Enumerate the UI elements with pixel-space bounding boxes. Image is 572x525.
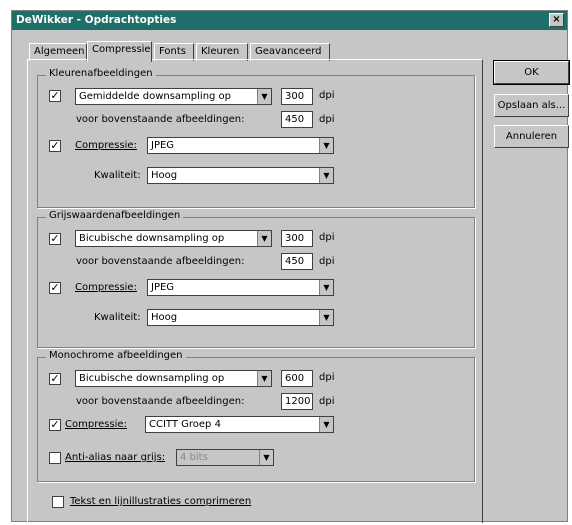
color-quality-value: Hoog [151,170,178,181]
color-downsample-value: Gemiddelde downsampling op [79,91,232,102]
chevron-down-icon: ▼ [257,89,271,104]
chevron-down-icon: ▼ [257,371,271,386]
gray-compression-select[interactable]: JPEG ▼ [147,279,334,296]
gray-images-group: Grijswaardenafbeeldingen ✓ Bicubische do… [37,210,475,348]
gray-above-label: voor bovenstaande afbeeldingen: [76,256,245,267]
color-above-label: voor bovenstaande afbeeldingen: [76,114,245,125]
mono-dpi-field[interactable]: 600 [281,370,313,387]
mono-above-unit: dpi [319,396,335,407]
mono-dpi-unit: dpi [319,372,335,383]
save-as-button[interactable]: Opslaan als... [494,94,569,117]
chevron-down-icon: ▼ [319,168,333,183]
gray-quality-value: Hoog [151,312,178,323]
chevron-down-icon: ▼ [319,138,333,153]
chevron-down-icon: ▼ [259,450,273,465]
close-button[interactable]: × [549,13,564,27]
mono-compression-label: Compressie: [65,419,127,430]
gray-downsample-select[interactable]: Bicubische downsampling op ▼ [75,230,272,247]
gray-compression-label: Compressie: [75,282,137,293]
title-bar: DeWikker - Opdrachtopties × [12,11,567,30]
mono-group-title: Monochrome afbeeldingen [46,350,186,361]
mono-above-label: voor bovenstaande afbeeldingen: [76,396,245,407]
cancel-button[interactable]: Annuleren [494,125,569,148]
chevron-down-icon: ▼ [257,231,271,246]
dialog-window: DeWikker - Opdrachtopties × Algemeen Com… [11,10,570,523]
mono-downsample-checkbox[interactable]: ✓ [49,373,61,385]
color-above-unit: dpi [319,114,335,125]
color-downsample-select[interactable]: Gemiddelde downsampling op ▼ [75,88,272,105]
color-quality-select[interactable]: Hoog ▼ [147,167,334,184]
gray-downsample-checkbox[interactable]: ✓ [49,233,61,245]
gray-group-title: Grijswaardenafbeeldingen [46,210,184,221]
mono-antialias-checkbox[interactable] [49,452,61,464]
mono-compression-value: CCITT Groep 4 [149,419,221,430]
color-compression-value: JPEG [151,140,175,151]
gray-compression-checkbox[interactable]: ✓ [49,282,61,294]
mono-compression-select[interactable]: CCITT Groep 4 ▼ [145,416,334,433]
gray-downsample-value: Bicubische downsampling op [79,233,225,244]
chevron-down-icon: ▼ [319,280,333,295]
chevron-down-icon: ▼ [319,310,333,325]
color-dpi-unit: dpi [319,90,335,101]
mono-antialias-label: Anti-alias naar grijs: [65,452,166,463]
color-quality-label: Kwaliteit: [94,170,141,181]
gray-dpi-field[interactable]: 300 [281,230,313,247]
mono-downsample-select[interactable]: Bicubische downsampling op ▼ [75,370,272,387]
color-downsample-checkbox[interactable]: ✓ [49,90,61,102]
mono-downsample-value: Bicubische downsampling op [79,373,225,384]
color-dpi-field[interactable]: 300 [281,88,313,105]
color-images-group: Kleurenafbeeldingen ✓ Gemiddelde downsam… [37,68,475,208]
gray-above-unit: dpi [319,256,335,267]
mono-above-dpi-field[interactable]: 1200 [281,393,313,410]
mono-antialias-value: 4 bits [180,452,208,463]
mono-compression-checkbox[interactable]: ✓ [49,419,61,431]
gray-dpi-unit: dpi [319,232,335,243]
gray-quality-label: Kwaliteit: [94,312,141,323]
chevron-down-icon: ▼ [319,417,333,432]
color-group-title: Kleurenafbeeldingen [46,68,156,79]
gray-compression-value: JPEG [151,282,175,293]
mono-images-group: Monochrome afbeeldingen ✓ Bicubische dow… [37,350,475,482]
color-above-dpi-field[interactable]: 450 [281,111,313,128]
gray-above-dpi-field[interactable]: 450 [281,253,313,270]
compress-text-label: Tekst en lijnillustraties comprimeren [70,496,252,507]
gray-quality-select[interactable]: Hoog ▼ [147,309,334,326]
mono-antialias-select[interactable]: 4 bits ▼ [176,449,274,466]
ok-button[interactable]: OK [493,60,570,85]
color-compression-checkbox[interactable]: ✓ [49,140,61,152]
color-compression-label: Compressie: [75,140,137,151]
tab-compressie[interactable]: Compressie [87,41,152,62]
window-title: DeWikker - Opdrachtopties [16,14,177,26]
color-compression-select[interactable]: JPEG ▼ [147,137,334,154]
compress-text-checkbox[interactable] [52,496,64,508]
tab-panel: Kleurenafbeeldingen ✓ Gemiddelde downsam… [27,59,483,523]
